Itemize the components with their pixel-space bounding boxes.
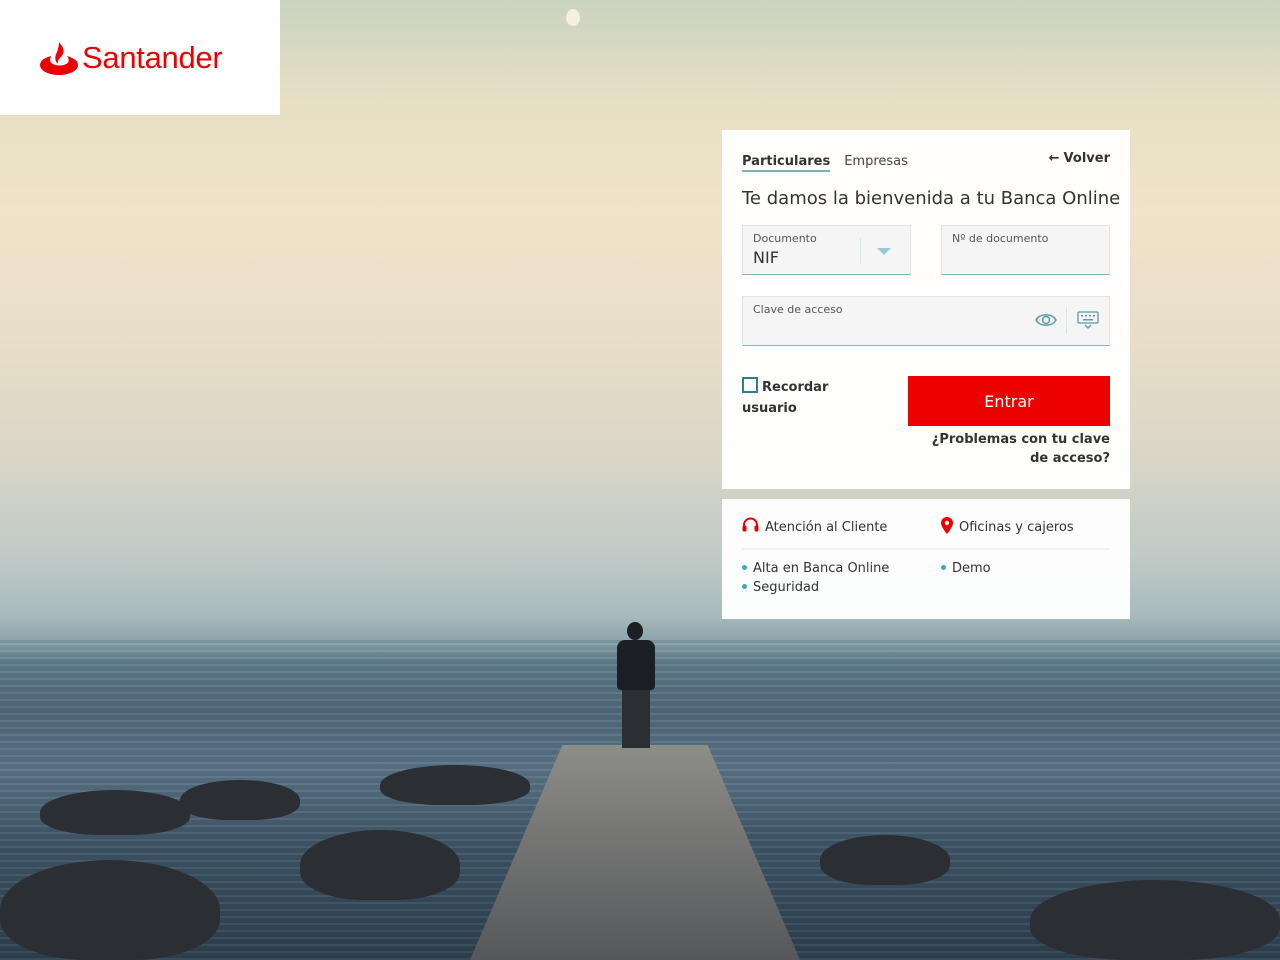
link-demo[interactable]: Demo <box>941 561 991 576</box>
map-pin-icon <box>941 517 953 534</box>
branches-link[interactable]: Oficinas y cajeros <box>941 517 1074 535</box>
login-button[interactable]: Entrar <box>908 376 1110 426</box>
back-link[interactable]: ← Volver <box>1049 151 1110 166</box>
rock <box>0 860 220 960</box>
link-alta-banca-online[interactable]: Alta en Banca Online <box>742 561 889 576</box>
rock <box>1030 880 1280 960</box>
link-label: Alta en Banca Online <box>753 561 890 576</box>
link-seguridad[interactable]: Seguridad <box>742 580 819 595</box>
rock <box>820 835 950 885</box>
flame-icon <box>40 42 78 75</box>
person-head <box>627 622 643 640</box>
person-legs <box>622 688 650 748</box>
separator <box>860 238 861 264</box>
document-number-field[interactable]: Nº de documento <box>941 225 1110 275</box>
person-body <box>617 640 655 690</box>
arrow-left-icon: ← <box>1048 151 1060 166</box>
document-type-label: Documento <box>753 232 817 245</box>
remember-checkbox[interactable] <box>742 377 758 393</box>
rock <box>180 780 300 820</box>
password-problems-link[interactable]: ¿Problemas con tu clave de acceso? <box>920 430 1110 468</box>
tabs: Particulares Empresas <box>742 154 908 172</box>
welcome-heading: Te damos la bienvenida a tu Banca Online <box>742 188 1121 209</box>
bullet <box>742 565 747 570</box>
rock <box>40 790 190 835</box>
headset-icon <box>742 517 759 532</box>
password-label: Clave de acceso <box>753 303 843 316</box>
login-card: Particulares Empresas ← Volver Te damos l… <box>722 130 1130 489</box>
separator <box>1066 307 1067 334</box>
rock <box>380 765 530 805</box>
customer-service-label: Atención al Cliente <box>765 520 888 535</box>
document-type-value: NIF <box>753 248 779 267</box>
remember-user[interactable]: Recordar usuario <box>742 376 862 418</box>
bullet <box>941 565 946 570</box>
document-number-label: Nº de documento <box>952 232 1049 245</box>
help-card: Atención al Cliente Oficinas y cajeros A… <box>722 499 1130 619</box>
document-type-select[interactable]: Documento NIF <box>742 225 911 275</box>
divider <box>742 548 1110 550</box>
branches-label: Oficinas y cajeros <box>959 520 1074 535</box>
eye-icon[interactable] <box>1035 311 1057 329</box>
bullet <box>742 584 747 589</box>
customer-service-link[interactable]: Atención al Cliente <box>742 517 887 535</box>
link-label: Seguridad <box>753 580 820 595</box>
tab-empresas[interactable]: Empresas <box>844 154 908 172</box>
chevron-down-icon[interactable] <box>877 248 891 255</box>
keyboard-icon[interactable] <box>1077 310 1099 330</box>
logo[interactable]: Santander <box>0 0 280 115</box>
link-label: Demo <box>952 561 991 576</box>
password-field[interactable]: Clave de acceso <box>742 296 1110 346</box>
back-label: Volver <box>1063 151 1110 166</box>
logo-text: Santander <box>82 40 223 75</box>
moon <box>566 9 580 26</box>
rock <box>300 830 460 900</box>
tab-particulares[interactable]: Particulares <box>742 154 831 172</box>
